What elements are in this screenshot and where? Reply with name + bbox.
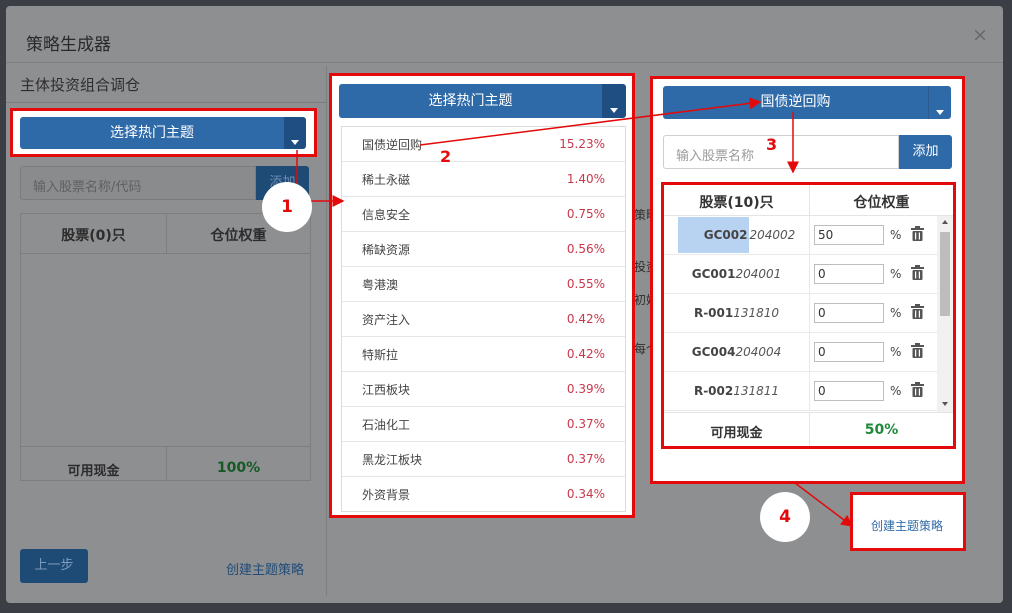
step-2-number: 2 (440, 147, 452, 166)
step-4-badge: 4 (760, 492, 810, 542)
step-3-number: 3 (766, 135, 778, 154)
arrow-2 (419, 97, 762, 146)
step-1-badge: 1 (262, 182, 312, 232)
annotation-arrows (296, 97, 854, 527)
